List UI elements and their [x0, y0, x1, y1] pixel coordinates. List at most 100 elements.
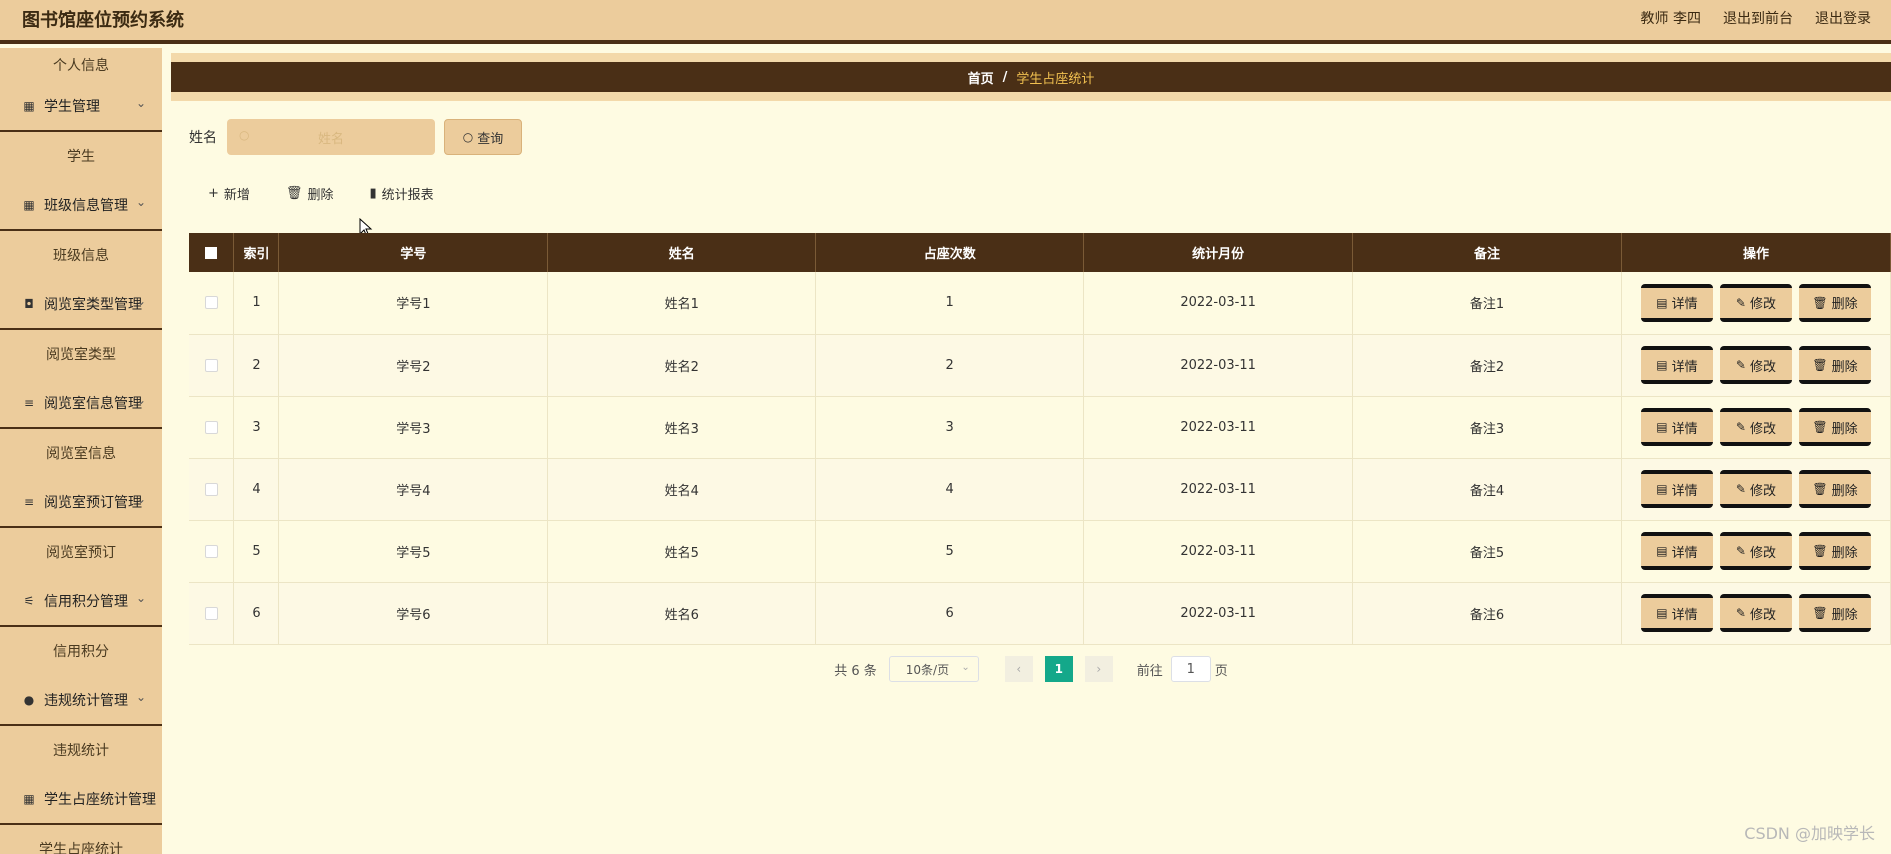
cell-month: 2022-03-11	[1083, 272, 1354, 335]
sidebar-menu-seat-stats[interactable]: ▦ 学生占座统计管理	[0, 774, 162, 825]
cell-operations: ▤ 详情 ✎ 修改 🗑 删除	[1621, 396, 1891, 459]
page-number-active[interactable]: 1	[1044, 656, 1073, 682]
sidebar-item-profile[interactable]: 个人信息	[0, 48, 162, 81]
delete-button[interactable]: 🗑 删除	[1798, 470, 1871, 508]
breadcrumb-home[interactable]: 首页	[968, 68, 994, 87]
edit-button-label: 修改	[1749, 297, 1776, 313]
data-table: 索引 学号 姓名 占座次数 统计月份 备注 操作 1 学号1 姓名1 1 2022-03…	[189, 233, 1891, 645]
detail-button[interactable]: ▤ 详情	[1640, 470, 1713, 508]
sidebar-item-room-type[interactable]: 阅览室类型	[0, 330, 162, 378]
sidebar-menu-room-info[interactable]: ≡ 阅览室信息管理 ⌄	[0, 378, 162, 429]
delete-button[interactable]: 🗑 删除	[1798, 283, 1871, 322]
sidebar-item-credit[interactable]: 信用积分	[0, 627, 162, 675]
cell-operations: ▤ 详情 ✎ 修改 🗑 删除	[1621, 458, 1891, 521]
sidebar-menu-violation[interactable]: ● 违规统计管理 ⌄	[0, 675, 162, 726]
row-checkbox[interactable]	[204, 482, 218, 496]
sidebar-menu-class[interactable]: ▦ 班级信息管理 ⌄	[0, 180, 162, 231]
sidebar-item-seat-stats[interactable]: 学生占座统计	[0, 825, 162, 854]
cell-month: 2022-03-11	[1083, 582, 1354, 645]
edit-button[interactable]: ✎ 修改	[1719, 470, 1792, 508]
sidebar-item-room-info[interactable]: 阅览室信息	[0, 429, 162, 477]
sidebar-menu-credit[interactable]: ⚟ 信用积分管理 ⌄	[0, 576, 162, 627]
query-button[interactable]: ○ 查询	[444, 119, 522, 155]
row-checkbox[interactable]	[204, 544, 218, 558]
cell-seat-count: 5	[815, 520, 1085, 583]
briefcase-icon: ◘	[24, 296, 34, 311]
document-icon: ▤	[1656, 544, 1668, 558]
sidebar: 个人信息 ▦ 学生管理 ⌄ 学生 ▦ 班级信息管理 ⌄ 班级信息 ◘ 阅览室类型…	[0, 48, 162, 854]
row-checkbox[interactable]	[204, 296, 218, 310]
row-checkbox[interactable]	[204, 420, 218, 434]
cell-note: 备注6	[1352, 582, 1622, 645]
sidebar-menu-room-type[interactable]: ◘ 阅览室类型管理 ⌄	[0, 279, 162, 330]
table-row: 1 学号1 姓名1 1 2022-03-11 备注1 ▤ 详情 ✎ 修改 🗑 删除	[189, 272, 1891, 335]
sidebar-menu-label: 班级信息管理	[44, 197, 128, 214]
edit-button[interactable]: ✎ 修改	[1719, 594, 1792, 632]
detail-button[interactable]: ▤ 详情	[1640, 346, 1713, 384]
document-icon: ▤	[1656, 295, 1668, 310]
cell-operations: ▤ 详情 ✎ 修改 🗑 删除	[1621, 272, 1891, 335]
cell-name: 姓名6	[547, 582, 817, 645]
edit-button[interactable]: ✎ 修改	[1719, 346, 1792, 384]
select-all-checkbox[interactable]	[205, 246, 218, 259]
edit-button[interactable]: ✎ 修改	[1719, 408, 1792, 446]
row-select-cell[interactable]	[189, 396, 235, 459]
back-to-front-link[interactable]: 退出到前台	[1723, 8, 1793, 28]
goto-page-input[interactable]: 1	[1170, 656, 1211, 682]
row-select-cell[interactable]	[189, 582, 235, 645]
cell-month: 2022-03-11	[1083, 396, 1354, 459]
sidebar-item-room-booking[interactable]: 阅览室预订	[0, 528, 162, 576]
row-select-cell[interactable]	[189, 334, 235, 397]
sidebar-item-violation[interactable]: 违规统计	[0, 726, 162, 774]
prev-page-button[interactable]: ‹	[1004, 656, 1033, 682]
delete-button[interactable]: 🗑 删除	[1798, 408, 1871, 446]
detail-button-label: 详情	[1671, 421, 1698, 437]
cell-student-no: 学号1	[278, 272, 549, 335]
delete-button-label: 删除	[1831, 607, 1858, 623]
document-icon: ▤	[1656, 606, 1668, 620]
cell-seat-count: 3	[815, 396, 1085, 459]
search-icon: ○	[462, 130, 474, 144]
row-select-cell[interactable]	[189, 458, 235, 521]
detail-button-label: 详情	[1671, 607, 1698, 623]
next-page-button[interactable]: ›	[1084, 656, 1113, 682]
row-select-cell[interactable]	[189, 272, 235, 335]
detail-button[interactable]: ▤ 详情	[1640, 408, 1713, 446]
goto-label: 前往	[1136, 663, 1163, 679]
trash-icon: 🗑	[1812, 606, 1828, 620]
search-input[interactable]: ○ 姓名	[227, 119, 435, 155]
sidebar-menu-student[interactable]: ▦ 学生管理 ⌄	[0, 81, 162, 132]
sidebar-item-class[interactable]: 班级信息	[0, 231, 162, 279]
column-header: 索引	[233, 233, 280, 272]
detail-button[interactable]: ▤ 详情	[1640, 532, 1713, 570]
delete-button[interactable]: 🗑 删除	[1798, 346, 1871, 384]
detail-button[interactable]: ▤ 详情	[1640, 283, 1713, 322]
logout-link[interactable]: 退出登录	[1815, 8, 1871, 28]
add-button[interactable]: + 新增	[208, 184, 250, 203]
sidebar-item-student[interactable]: 学生	[0, 132, 162, 180]
grid-icon: ▦	[23, 197, 35, 212]
sliders-icon: ⚟	[23, 593, 35, 608]
sidebar-menu-label: 阅览室预订管理	[44, 494, 142, 511]
table-row: 6 学号6 姓名6 6 2022-03-11 备注6 ▤ 详情 ✎ 修改 🗑 删除	[189, 582, 1891, 645]
cell-seat-count: 1	[815, 272, 1085, 335]
row-select-cell[interactable]	[189, 520, 235, 583]
page-size-select[interactable]: 10条/页 ⌄	[888, 656, 979, 682]
report-button[interactable]: ▮ 统计报表	[369, 184, 433, 203]
page-size-value: 10条/页	[905, 662, 950, 677]
chevron-down-icon: ⌄	[135, 195, 146, 209]
detail-button[interactable]: ▤ 详情	[1640, 594, 1713, 632]
trash-icon: 🗑	[1812, 482, 1828, 496]
delete-button[interactable]: 🗑 删除	[1798, 594, 1871, 632]
column-header: 姓名	[547, 233, 817, 272]
edit-button[interactable]: ✎ 修改	[1719, 283, 1792, 322]
trash-icon: 🗑	[1812, 295, 1828, 310]
select-all-cell[interactable]	[189, 233, 235, 272]
delete-button[interactable]: 🗑 删除	[1798, 532, 1871, 570]
row-checkbox[interactable]	[204, 606, 218, 620]
row-checkbox[interactable]	[204, 358, 218, 372]
batch-delete-button[interactable]: 🗑 删除	[286, 184, 334, 203]
delete-button-label: 删除	[1831, 483, 1858, 499]
sidebar-menu-room-booking[interactable]: ≡ 阅览室预订管理 ⌄	[0, 477, 162, 528]
edit-button[interactable]: ✎ 修改	[1719, 532, 1792, 570]
